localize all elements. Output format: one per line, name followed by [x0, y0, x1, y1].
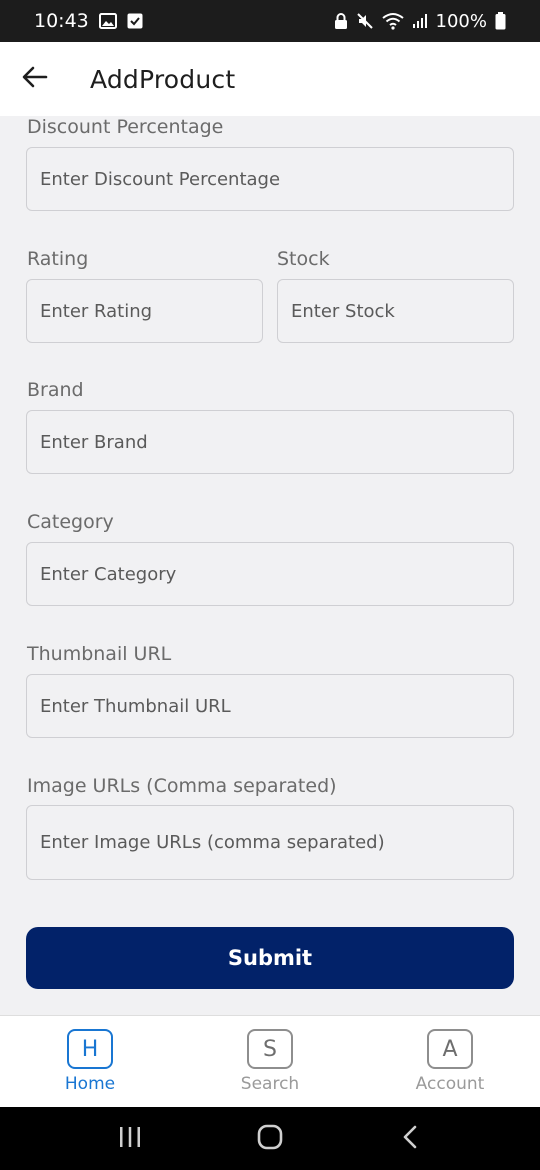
status-bar: 10:43 100%	[0, 0, 540, 42]
stock-placeholder: Enter Stock	[291, 300, 395, 322]
nav-search-label: Search	[240, 1074, 300, 1094]
arrow-left-icon	[22, 66, 48, 92]
battery-percent: 100%	[435, 10, 487, 32]
discount-input[interactable]: Enter Discount Percentage	[26, 147, 514, 211]
lock-icon	[334, 12, 348, 30]
screen: 10:43 100% AddProduct Discount Percentag…	[0, 0, 540, 1170]
app-bar: AddProduct	[0, 42, 540, 116]
brand-label: Brand	[27, 379, 84, 401]
category-placeholder: Enter Category	[40, 563, 177, 585]
signal-icon	[412, 13, 428, 29]
check-box-icon	[127, 13, 143, 29]
images-input[interactable]: Enter Image URLs (comma separated)	[26, 805, 514, 880]
rating-label: Rating	[27, 248, 89, 270]
thumbnail-input[interactable]: Enter Thumbnail URL	[26, 674, 514, 738]
discount-label: Discount Percentage	[27, 116, 224, 138]
status-right: 100%	[334, 11, 506, 32]
home-circle-icon	[257, 1124, 283, 1154]
category-input[interactable]: Enter Category	[26, 542, 514, 606]
thumbnail-placeholder: Enter Thumbnail URL	[40, 695, 231, 717]
rating-input[interactable]: Enter Rating	[26, 279, 263, 343]
chevron-left-icon	[402, 1125, 418, 1153]
nav-home[interactable]: H Home	[0, 1016, 180, 1107]
images-label: Image URLs (Comma separated)	[27, 775, 337, 797]
back-system-button[interactable]	[380, 1114, 440, 1164]
home-system-button[interactable]	[240, 1114, 300, 1164]
stock-label: Stock	[277, 248, 330, 270]
submit-button[interactable]: Submit	[26, 927, 514, 989]
status-left: 10:43	[34, 10, 143, 32]
recents-button[interactable]	[100, 1114, 160, 1164]
home-icon: H	[67, 1029, 113, 1069]
status-time: 10:43	[34, 10, 89, 32]
wifi-icon	[381, 12, 404, 30]
nav-search[interactable]: S Search	[180, 1016, 360, 1107]
system-nav-bar	[0, 1107, 540, 1170]
brand-placeholder: Enter Brand	[40, 431, 148, 453]
brand-input[interactable]: Enter Brand	[26, 410, 514, 474]
search-icon: S	[247, 1029, 293, 1069]
nav-account-label: Account	[415, 1074, 485, 1094]
nav-home-label: Home	[64, 1074, 116, 1094]
account-icon: A	[427, 1029, 473, 1069]
page-title: AddProduct	[90, 64, 236, 94]
mute-icon	[356, 12, 374, 30]
images-placeholder: Enter Image URLs (comma separated)	[40, 832, 385, 853]
stock-input[interactable]: Enter Stock	[277, 279, 514, 343]
back-button[interactable]	[0, 42, 70, 116]
rating-placeholder: Enter Rating	[40, 300, 153, 322]
nav-account[interactable]: A Account	[360, 1016, 540, 1107]
discount-placeholder: Enter Discount Percentage	[40, 168, 281, 190]
thumbnail-label: Thumbnail URL	[27, 643, 172, 665]
bottom-nav: H Home S Search A Account	[0, 1015, 540, 1107]
gallery-icon	[98, 13, 117, 29]
category-label: Category	[27, 511, 114, 533]
recents-icon	[118, 1126, 142, 1152]
battery-icon	[495, 12, 506, 30]
